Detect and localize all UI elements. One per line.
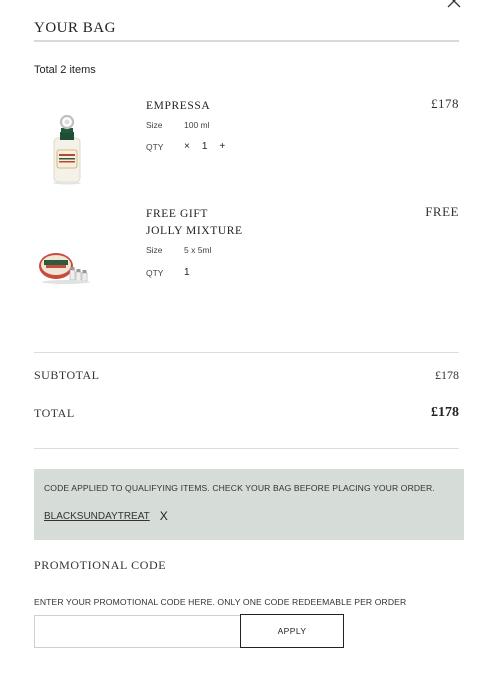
- promo-applied-banner: CODE APPLIED TO QUALIFYING ITEMS. CHECK …: [34, 469, 464, 540]
- qty-label: QTY: [146, 267, 164, 278]
- apply-button[interactable]: APPLY: [240, 614, 344, 648]
- item-name-line2: JOLLY MIXTURE: [146, 225, 243, 237]
- applied-promo-code[interactable]: BLACKSUNDAYTREAT: [44, 511, 150, 522]
- bag-title: YOUR BAG: [34, 20, 116, 36]
- promo-note: ENTER YOUR PROMOTIONAL CODE HERE. ONLY O…: [34, 597, 407, 607]
- product-image-jolly-mixture[interactable]: [34, 236, 98, 292]
- product-image-empressa[interactable]: [34, 106, 98, 186]
- remove-code-button[interactable]: X: [160, 509, 168, 523]
- qty-value: 1: [201, 141, 208, 152]
- item-price: £178: [431, 96, 459, 111]
- size-value: 5 x 5ml: [184, 245, 212, 255]
- total-value: £178: [431, 405, 459, 420]
- title-divider: [34, 40, 459, 42]
- promo-section-title: PROMOTIONAL CODE: [34, 558, 167, 572]
- qty-label: QTY: [146, 141, 164, 152]
- bag-item-empressa: EMPRESSA £178 Size 100 ml QTY × 1 +: [34, 96, 459, 188]
- item-size-row: Size 5 x 5ml: [146, 245, 211, 255]
- size-value: 100 ml: [184, 120, 210, 130]
- subtotal-label: SUBTOTAL: [34, 368, 100, 382]
- item-qty-row: QTY × 1 +: [146, 141, 225, 152]
- promo-applied-message: CODE APPLIED TO QUALIFYING ITEMS. CHECK …: [44, 483, 435, 493]
- total-items-count: Total 2 items: [34, 64, 96, 76]
- close-icon[interactable]: [447, 0, 461, 8]
- size-label: Size: [146, 245, 163, 255]
- summary-divider-top: [34, 352, 459, 353]
- item-size-row: Size 100 ml: [146, 120, 210, 130]
- summary-divider-bottom: [34, 448, 459, 449]
- item-name[interactable]: FREE GIFT JOLLY MIXTURE: [146, 206, 243, 240]
- size-label: Size: [146, 120, 163, 130]
- decrease-qty-button[interactable]: ×: [184, 141, 190, 152]
- promo-code-input[interactable]: [34, 615, 241, 648]
- quantity-stepper: × 1 +: [184, 141, 225, 152]
- qty-value: 1: [184, 267, 190, 278]
- total-label: TOTAL: [34, 406, 75, 420]
- item-price: FREE: [425, 204, 459, 219]
- item-name[interactable]: EMPRESSA: [146, 98, 210, 115]
- item-name-line1: FREE GIFT: [146, 208, 208, 220]
- increase-qty-button[interactable]: +: [219, 141, 225, 152]
- applied-code-row: BLACKSUNDAYTREAT X: [44, 509, 454, 523]
- item-qty-row: QTY 1: [146, 267, 190, 278]
- bag-item-jolly-mixture: FREE GIFT JOLLY MIXTURE FREE Size 5 x 5m…: [34, 204, 459, 296]
- subtotal-value: £178: [435, 368, 459, 382]
